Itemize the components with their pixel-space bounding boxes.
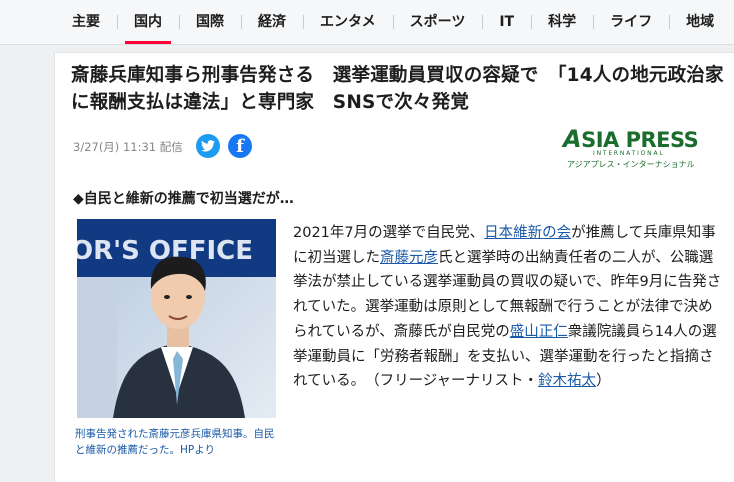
asia-press-logo[interactable]: ASIA PRESS INTERNATIONAL アジアプレス・インターナショナ… <box>563 125 699 171</box>
nav-tab-6[interactable]: IT <box>482 0 531 44</box>
article-subheading: ◆自民と維新の推薦で初当選だが… <box>73 191 294 207</box>
article-photo[interactable]: OR'S OFFICE <box>77 219 276 418</box>
nav-tab-9[interactable]: 地域 <box>669 0 731 44</box>
article-card: 斎藤兵庫知事ら刑事告発さる 選挙運動員買収の容疑で 「14人の地元政治家に報酬支… <box>54 52 734 482</box>
photo-caption: 刑事告発された斎藤元彦兵庫県知事。自民と維新の推薦だった。HPより <box>75 428 275 456</box>
link-moriyama-masahito[interactable]: 盛山正仁 <box>510 324 568 340</box>
twitter-share-icon[interactable] <box>196 134 220 158</box>
link-nippon-ishin[interactable]: 日本維新の会 <box>484 225 571 241</box>
nav-tab-1[interactable]: 国内 <box>117 0 179 44</box>
link-saito-motohiko[interactable]: 斎藤元彦 <box>380 250 438 266</box>
nav-tabs: 主要 国内 国際 経済 エンタメ スポーツ IT 科学 ライフ 地域 <box>55 0 731 44</box>
facebook-share-icon[interactable]: f <box>228 134 252 158</box>
nav-tab-4[interactable]: エンタメ <box>303 0 393 44</box>
logo-kana: アジアプレス・インターナショナル <box>567 160 695 169</box>
nav-tab-8[interactable]: ライフ <box>593 0 669 44</box>
article-title: 斎藤兵庫知事ら刑事告発さる 選挙運動員買収の容疑で 「14人の地元政治家に報酬支… <box>71 65 724 113</box>
article-body: 2021年7月の選挙で自民党、日本維新の会が推薦して兵庫県知事に初当選した斎藤元… <box>293 221 725 394</box>
nav-tab-3[interactable]: 経済 <box>241 0 303 44</box>
link-author-suzuki[interactable]: 鈴木祐太 <box>538 373 596 389</box>
publish-date: 3/27(月) 11:31 <box>73 140 157 154</box>
nav-tab-5[interactable]: スポーツ <box>392 0 483 44</box>
nav-tab-2[interactable]: 国際 <box>179 0 241 44</box>
logo-wordmark: ASIA PRESS <box>563 125 699 153</box>
body-text-1: 2021年7月の選挙で自民党、 <box>293 225 485 241</box>
top-navigation: 主要 国内 国際 経済 エンタメ スポーツ IT 科学 ライフ 地域 <box>0 0 734 45</box>
article-meta: 3/27(月) 11:31 配信 <box>73 139 183 155</box>
distribution-label: 配信 <box>159 140 183 154</box>
body-text-5: ） <box>596 373 611 390</box>
logo-international: INTERNATIONAL <box>593 150 665 157</box>
nav-tab-7[interactable]: 科学 <box>531 0 593 44</box>
nav-tab-0[interactable]: 主要 <box>55 0 117 44</box>
